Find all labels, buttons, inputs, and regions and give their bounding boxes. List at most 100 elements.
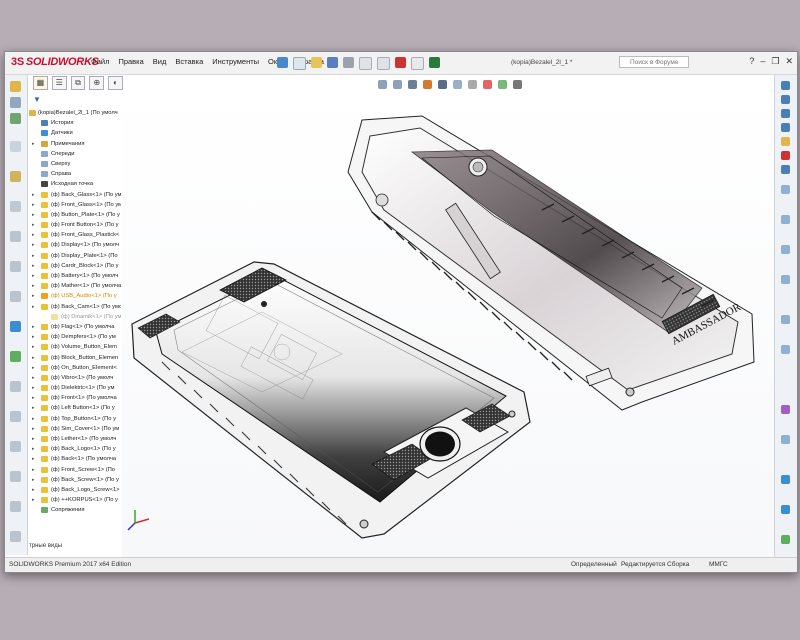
section-icon[interactable] <box>781 505 790 514</box>
instant3d-icon[interactable] <box>10 441 21 452</box>
status-units[interactable]: ММГС <box>709 561 728 568</box>
expand-arrow-icon[interactable]: ▸ <box>32 454 35 464</box>
tree-item[interactable]: ▸ (ф) Display_Plate<1> (По <box>29 251 121 261</box>
expand-arrow-icon[interactable]: ▸ <box>32 353 35 363</box>
expand-arrow-icon[interactable]: ▸ <box>32 139 35 149</box>
component-icon[interactable] <box>10 97 21 108</box>
tab-property-manager[interactable]: ☰ <box>51 76 67 90</box>
close-button[interactable]: ✕ <box>785 56 793 67</box>
expand-arrow-icon[interactable]: ▸ <box>32 251 35 261</box>
expand-arrow-icon[interactable]: ▸ <box>32 424 35 434</box>
tree-item[interactable]: ▸ (ф) Top_Button<1> (По у <box>29 414 121 424</box>
section-view-icon[interactable] <box>423 79 432 89</box>
minimize-button[interactable]: – <box>760 56 765 67</box>
tree-item[interactable]: ▸ (ф) Battery<1> (По умолч <box>29 271 121 281</box>
assembly-icon[interactable] <box>10 81 21 92</box>
previous-view-icon[interactable] <box>408 79 417 89</box>
expand-arrow-icon[interactable]: ▸ <box>32 383 35 393</box>
expand-arrow-icon[interactable]: ▸ <box>32 261 35 271</box>
expand-arrow-icon[interactable]: ▸ <box>32 200 35 210</box>
view-orientation-icon[interactable] <box>438 79 447 89</box>
zoom-to-fit-icon[interactable] <box>378 79 387 89</box>
view-settings-icon[interactable] <box>513 79 522 89</box>
tab-feature-manager[interactable]: ▦ <box>33 76 48 90</box>
tree-item[interactable]: ▸ (ф) Flag<1> (По умолча <box>29 322 121 332</box>
expand-arrow-icon[interactable]: ▸ <box>32 240 35 250</box>
menu-view[interactable]: Вид <box>153 57 167 66</box>
tree-item[interactable]: Спереди <box>29 149 121 159</box>
tree-item[interactable]: ▸ (ф) Front<1> (По умолча <box>29 393 121 403</box>
reference-geometry-icon[interactable] <box>10 321 21 332</box>
phone-front-view[interactable] <box>131 261 531 539</box>
expand-arrow-icon[interactable]: ▸ <box>32 190 35 200</box>
tab-dimxpert-manager[interactable]: ⊕ <box>89 76 105 90</box>
expand-arrow-icon[interactable]: ▸ <box>32 332 35 342</box>
sketch-rect-icon[interactable] <box>781 109 790 118</box>
insert-icon[interactable] <box>10 141 21 152</box>
expand-arrow-icon[interactable]: ▸ <box>32 495 35 505</box>
tree-item[interactable]: ▸ (ф) Back_Logo<1> (По у <box>29 444 121 454</box>
expand-arrow-icon[interactable]: ▸ <box>32 444 35 454</box>
rebuild-icon[interactable] <box>395 57 406 68</box>
tree-item[interactable]: ▸ (ф) Button_Plate<1> (По у <box>29 210 121 220</box>
tree-item[interactable]: ▸ (ф) Back_Logo_Screw<1> <box>29 485 121 495</box>
tree-item[interactable]: ▸ (ф) Dielektric<1> (По ум <box>29 383 121 393</box>
resources-icon[interactable] <box>781 245 790 254</box>
dimension-icon[interactable] <box>781 315 790 324</box>
tree-item[interactable]: ▸ (ф) Volume_Button_Elem <box>29 342 121 352</box>
file-explorer-icon[interactable] <box>781 165 790 174</box>
new-document-icon[interactable] <box>293 57 306 70</box>
view-palette-icon[interactable] <box>781 185 790 194</box>
tree-item[interactable]: ▸ (ф) Left Button<1> (По у <box>29 403 121 413</box>
select-icon[interactable] <box>377 57 390 70</box>
tree-item[interactable]: ▸ (ф) Lether<1> (По умолч <box>29 434 121 444</box>
check-icon[interactable] <box>781 535 790 544</box>
save-icon[interactable] <box>327 57 338 68</box>
tree-item[interactable]: ▸ (ф) Front_Glass_Plastick< <box>29 230 121 240</box>
pin-icon[interactable] <box>277 57 288 68</box>
undo-icon[interactable] <box>359 57 372 70</box>
tree-root[interactable]: (kopia)Bezalel_2l_1 (По умолч <box>29 108 121 118</box>
menu-edit[interactable]: Правка <box>118 57 143 66</box>
menu-file[interactable]: Файл <box>91 57 109 66</box>
tree-item[interactable]: ▸ (ф) Back_Cam<1> (По умо <box>29 302 121 312</box>
open-icon[interactable] <box>311 57 322 68</box>
tree-item[interactable]: Датчики <box>29 128 121 138</box>
tree-item[interactable]: ▸ (ф) Mather<1> (По умолча <box>29 281 121 291</box>
expand-arrow-icon[interactable]: ▸ <box>32 342 35 352</box>
tree-item[interactable]: ▸ (ф) Front_Glass<1> (По ум <box>29 200 121 210</box>
appearance-icon[interactable] <box>483 79 492 89</box>
tree-item[interactable]: ▸ (ф) Front_Screw<1> (По <box>29 465 121 475</box>
tree-item[interactable]: ▸ (ф) USB_Audio<1> (По у <box>29 291 121 301</box>
tab-display-manager[interactable]: ◐ <box>108 76 123 90</box>
tree-item[interactable]: ▸ (ф) Vibro<1> (По умолч <box>29 373 121 383</box>
new-motion-study-icon[interactable] <box>10 351 21 362</box>
exploded-view-icon[interactable] <box>10 411 21 422</box>
tree-item[interactable]: ▸ (ф) Back_Screw<1> (По у <box>29 475 121 485</box>
maximize-button[interactable]: ❐ <box>771 56 779 67</box>
large-design-review-icon[interactable] <box>10 501 21 512</box>
mate-icon[interactable] <box>10 113 21 124</box>
menu-tools[interactable]: Инструменты <box>212 57 259 66</box>
expand-arrow-icon[interactable]: ▸ <box>32 403 35 413</box>
expand-arrow-icon[interactable]: ▸ <box>32 434 35 444</box>
show-hidden-icon[interactable] <box>10 261 21 272</box>
zoom-area-icon[interactable] <box>393 79 402 89</box>
display-style-icon[interactable] <box>453 79 462 89</box>
expand-arrow-icon[interactable]: ▸ <box>32 302 35 312</box>
expand-arrow-icon[interactable]: ▸ <box>32 230 35 240</box>
tree-item[interactable]: ▸ (ф) Cardr_Block<1> (По у <box>29 261 121 271</box>
expand-arrow-icon[interactable]: ▸ <box>32 322 35 332</box>
expand-arrow-icon[interactable]: ▸ <box>32 210 35 220</box>
tree-item[interactable]: (ф) Dinamik<1> (По умол <box>29 312 121 322</box>
expand-arrow-icon[interactable]: ▸ <box>32 271 35 281</box>
relations-icon[interactable] <box>781 345 790 354</box>
tab-configuration-manager[interactable]: ⧉ <box>70 76 86 90</box>
solidworks-logo[interactable]: 3S SOLIDWORKS <box>11 56 99 68</box>
bottom-tab[interactable]: трные виды <box>29 543 121 553</box>
forum-icon[interactable] <box>781 275 790 284</box>
expand-arrow-icon[interactable]: ▸ <box>32 220 35 230</box>
expand-arrow-icon[interactable]: ▸ <box>32 465 35 475</box>
sketch-line-icon[interactable] <box>781 81 790 90</box>
tree-item[interactable]: ▸ (ф) Back_Glass<1> (По ум <box>29 190 121 200</box>
